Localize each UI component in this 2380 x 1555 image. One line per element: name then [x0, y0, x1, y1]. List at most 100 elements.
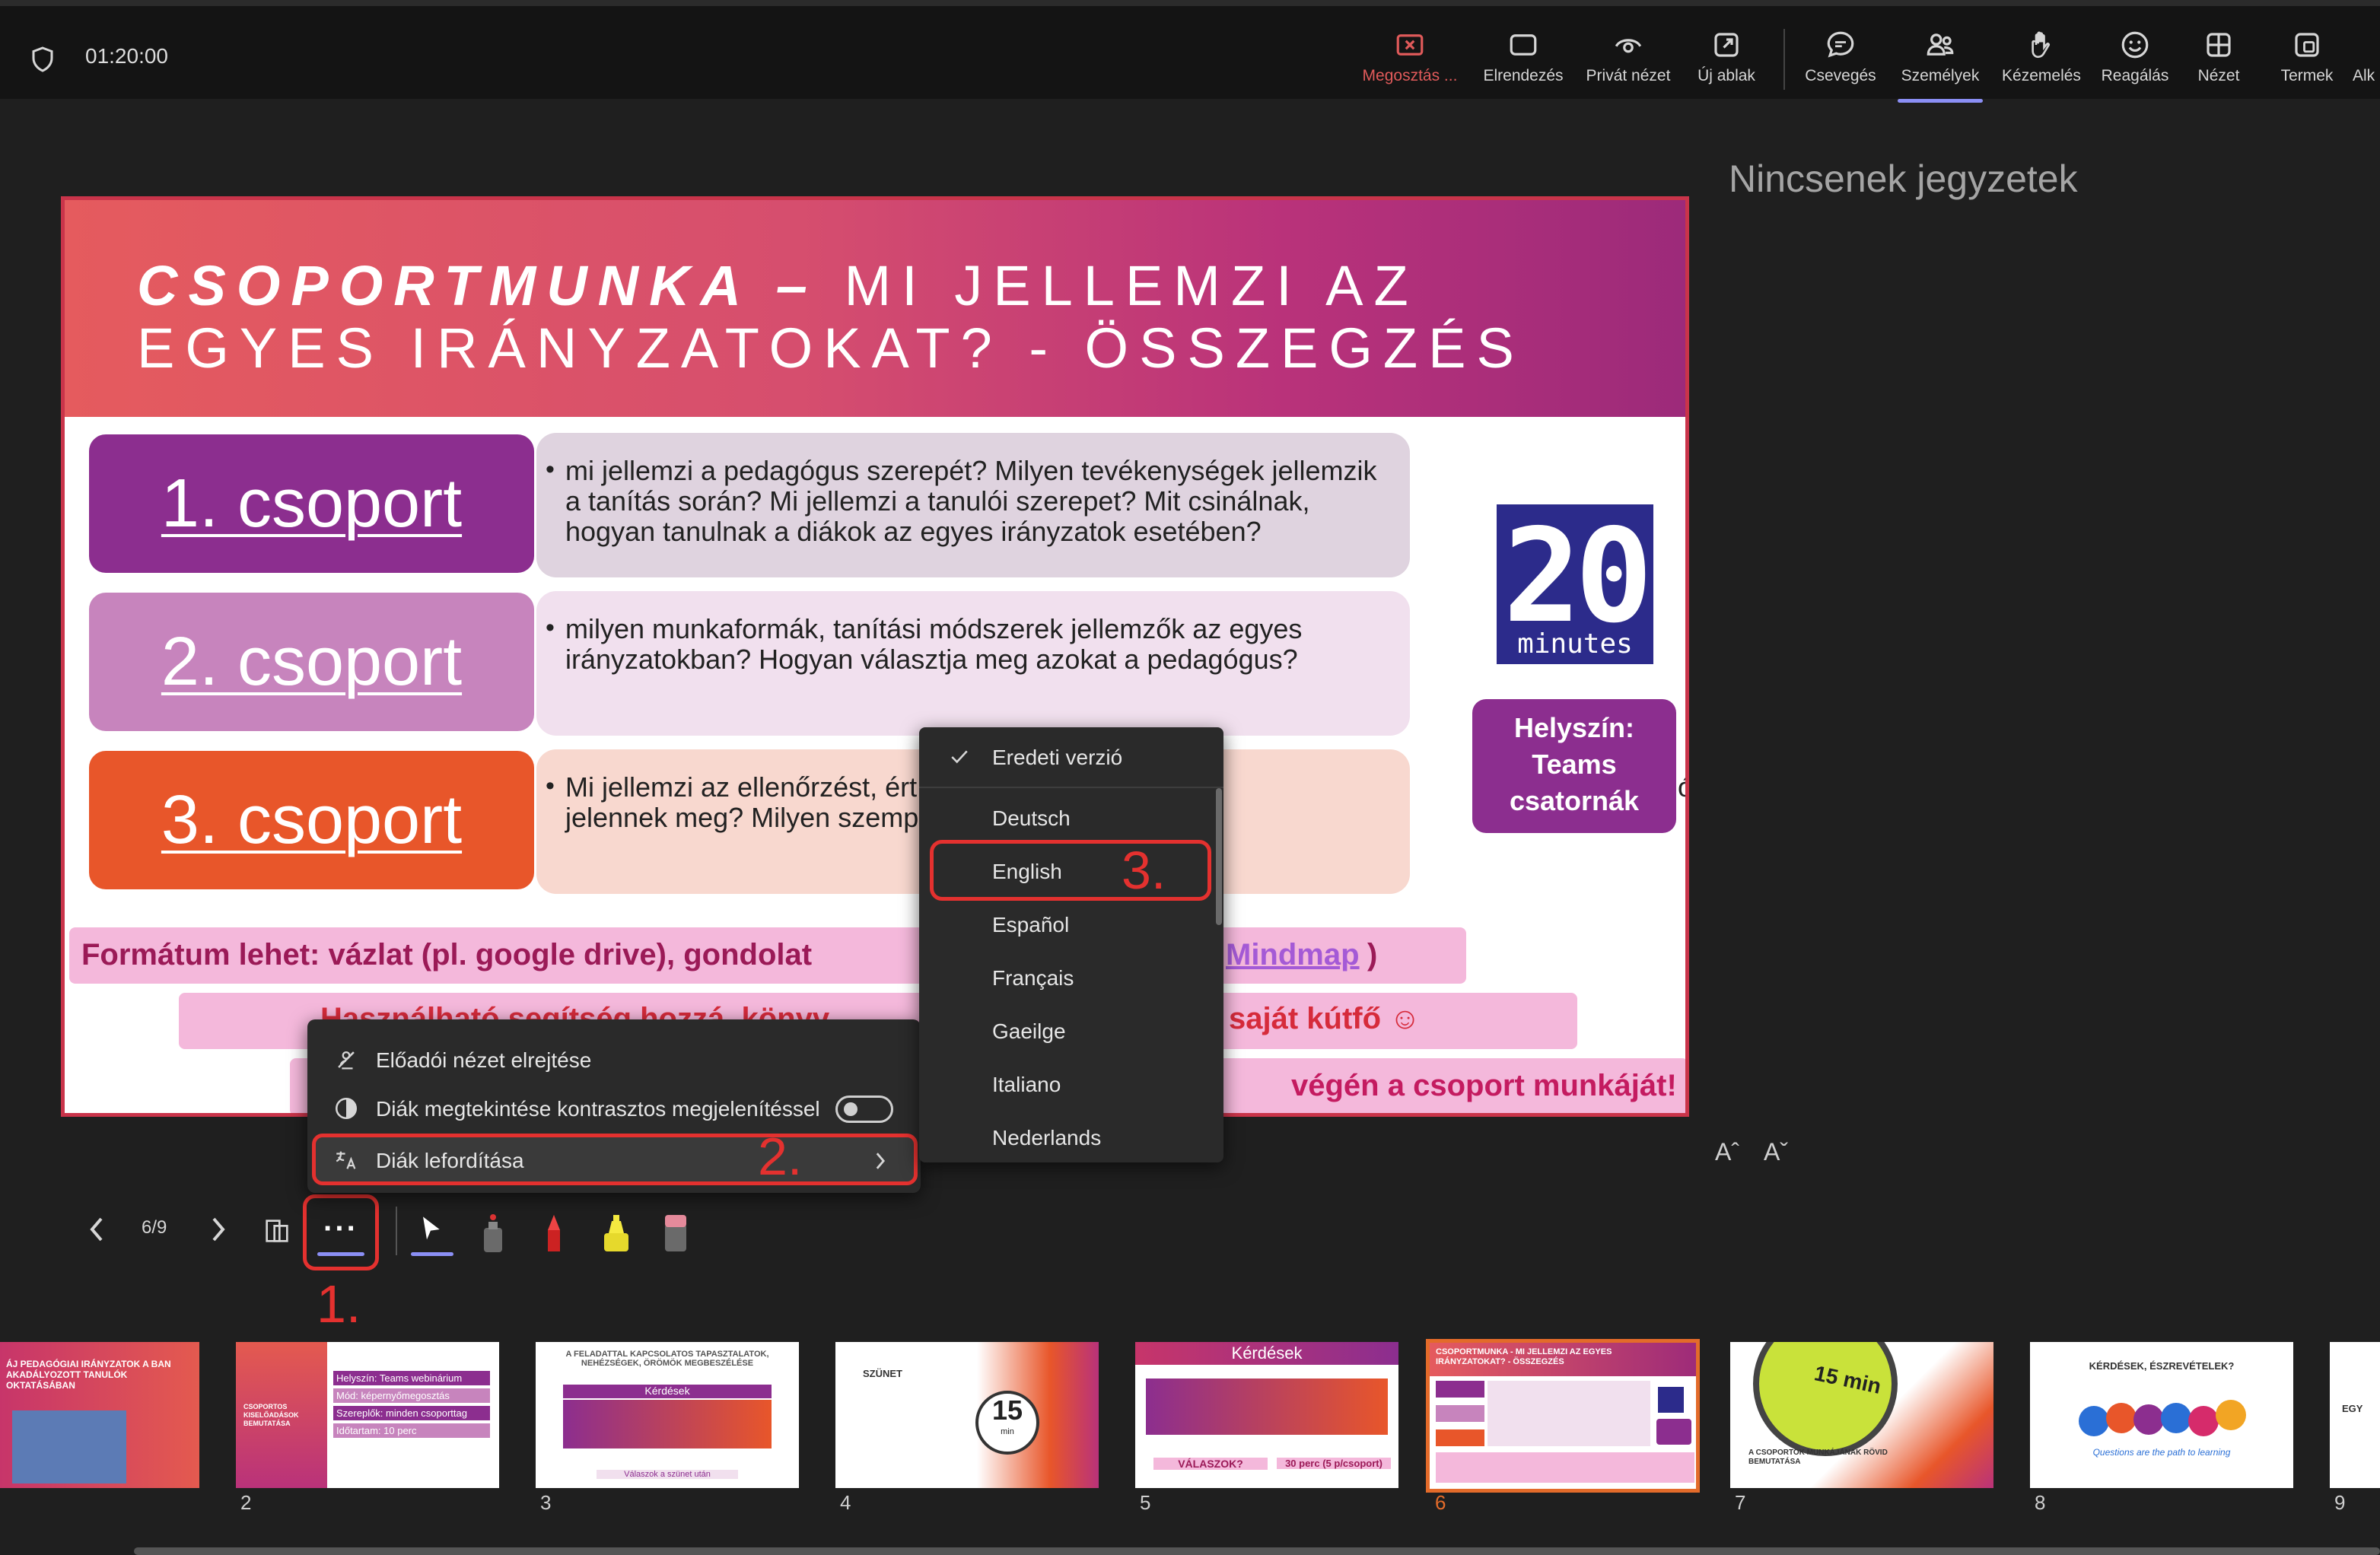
thumbnail-scrollbar[interactable]: [134, 1547, 2380, 1555]
chevron-right-icon: [212, 1217, 225, 1242]
high-contrast-toggle[interactable]: [835, 1095, 893, 1123]
shield-icon: [32, 46, 53, 72]
translate-slides-label: Diák lefordítása: [376, 1149, 524, 1172]
slide-grid-button[interactable]: [262, 1216, 292, 1250]
previous-slide-button[interactable]: [85, 1214, 108, 1252]
high-contrast-item[interactable]: Diák megtekintése kontrasztos megjelenít…: [307, 1083, 921, 1132]
eraser-tool[interactable]: [662, 1211, 689, 1259]
check-icon: [951, 750, 968, 764]
thumb-number-8: 8: [2035, 1491, 2046, 1514]
slide-thumbnail-2[interactable]: CSOPORTOS KISELŐADÁSOK BEMUTATÁSA Helysz…: [236, 1342, 499, 1488]
format-text: Formátum lehet: vázlat (pl. google drive…: [81, 938, 813, 971]
toolbar-divider: [396, 1207, 397, 1255]
highlighter-tool[interactable]: [600, 1211, 633, 1259]
slide-thumbnail-9[interactable]: EGY: [2330, 1342, 2380, 1488]
group-2-label: 2. csoport: [89, 593, 534, 731]
view-button[interactable]: Nézet: [2188, 29, 2249, 97]
private-view-label: Privát nézet: [1586, 67, 1671, 84]
language-original[interactable]: Eredeti verzió: [992, 746, 1122, 770]
thumb-5-right: 30 perc (5 p/csoport): [1277, 1458, 1391, 1469]
language-espanol[interactable]: Español: [992, 913, 1069, 937]
pointer-icon: [423, 1216, 440, 1240]
language-menu-scrollbar[interactable]: [1216, 788, 1222, 925]
slide-title-bold: CSOPORTMUNKA –: [137, 254, 818, 317]
new-window-button[interactable]: Új ablak: [1692, 29, 1761, 97]
slide-thumbnail-strip: ÁJ PEDAGÓGIAI IRÁNYZATOK A BAN AKADÁLYOZ…: [0, 1339, 2380, 1555]
group-3-question-left: Mi jellemzi az ellenőrzést, ért: [565, 771, 918, 803]
hide-presenter-view-label: Előadói nézet elrejtése: [376, 1048, 592, 1072]
language-italiano[interactable]: Italiano: [992, 1073, 1061, 1097]
thumb-number-5: 5: [1140, 1491, 1151, 1514]
apps-button[interactable]: Alk: [2353, 29, 2380, 97]
people-active-indicator: [1898, 99, 1983, 103]
thumb-6-g2: [1436, 1405, 1484, 1422]
language-deutsch[interactable]: Deutsch: [992, 806, 1071, 831]
more-options-button[interactable]: ···: [303, 1194, 379, 1270]
contrast-icon: [335, 1097, 358, 1120]
translate-icon: [336, 1151, 356, 1169]
laser-pointer-icon: [484, 1214, 502, 1252]
slide-title: CSOPORTMUNKA – MI JELLEMZI AZ EGYES IRÁN…: [137, 255, 1525, 380]
stop-share-icon: [1396, 34, 1424, 56]
language-francais[interactable]: Français: [992, 966, 1074, 991]
slide-thumbnail-3[interactable]: A FELADATTAL KAPCSOLATOS TAPASZTALATOK, …: [536, 1342, 799, 1488]
next-slide-button[interactable]: [207, 1214, 230, 1252]
thumb-number-7: 7: [1735, 1491, 1746, 1514]
current-slide: CSOPORTMUNKA – MI JELLEMZI AZ EGYES IRÁN…: [61, 196, 1689, 1117]
people-button[interactable]: Személyek: [1895, 29, 1986, 97]
chat-label: Csevegés: [1805, 67, 1876, 84]
slide-thumbnail-7[interactable]: 15 min A CSOPORTOK MUNKÁJÁNAK RÖVID BEMU…: [1730, 1342, 1993, 1488]
increase-font-button[interactable]: Aˆ: [1715, 1138, 1739, 1166]
slide-thumbnail-1[interactable]: ÁJ PEDAGÓGIAI IRÁNYZATOK A BAN AKADÁLYOZ…: [0, 1342, 199, 1488]
thumb-number-3: 3: [540, 1491, 552, 1514]
help-text-right: saját kútfő ☺: [1229, 1002, 1421, 1035]
private-view-button[interactable]: Privát nézet: [1580, 29, 1677, 97]
thumb-6-location: [1656, 1419, 1691, 1445]
rooms-button[interactable]: Termek: [2270, 29, 2343, 97]
pointer-tool[interactable]: [411, 1214, 453, 1256]
slide-thumbnail-4[interactable]: SZÜNET 15 min: [835, 1342, 1099, 1488]
slide-thumbnail-8[interactable]: KÉRDÉSEK, ÉSZREVÉTELEK? Questions are th…: [2030, 1342, 2293, 1488]
layout-button[interactable]: Elrendezés: [1478, 29, 1569, 97]
thumb-2-lines: Helyszín: Teams webinárium Mód: képernyő…: [333, 1371, 490, 1438]
language-nederlands[interactable]: Nederlands: [992, 1126, 1101, 1150]
react-button[interactable]: Reagálás: [2095, 29, 2175, 97]
stop-sharing-button[interactable]: Megosztás ...: [1356, 29, 1464, 97]
thumb-8-title: KÉRDÉSEK, ÉSZREVÉTELEK?: [2089, 1360, 2235, 1372]
thumb-4-timer: 15 min: [975, 1391, 1039, 1455]
laser-pointer-tool[interactable]: [478, 1213, 508, 1259]
pen-tool[interactable]: [539, 1211, 569, 1259]
decrease-font-button[interactable]: Aˇ: [1764, 1138, 1788, 1166]
thumb-1-photo: [12, 1410, 126, 1483]
raise-hand-button[interactable]: Kézemelés: [1995, 29, 2088, 97]
slide-thumbnail-5[interactable]: Kérdések VÁLASZOK? 30 perc (5 p/csoport): [1135, 1342, 1398, 1488]
thumb-6-questions: [1488, 1381, 1650, 1446]
meeting-top-bar: 01:20:00 Megosztás ... Elrendezés Privát…: [0, 0, 2380, 103]
thumb-5-left: VÁLASZOK?: [1153, 1458, 1268, 1470]
language-menu-divider: [919, 787, 1223, 788]
thumb-6-strips: [1436, 1452, 1694, 1483]
group-3-label: 3. csoport: [89, 751, 534, 889]
new-window-label: Új ablak: [1698, 67, 1755, 84]
chat-button[interactable]: Csevegés: [1800, 29, 1881, 97]
new-window-icon: [1714, 33, 1739, 57]
group-1-label: 1. csoport: [89, 434, 534, 573]
meeting-timer: 01:20:00: [85, 44, 168, 68]
language-english[interactable]: English: [992, 860, 1062, 884]
translate-slides-item[interactable]: Diák lefordítása: [307, 1135, 921, 1184]
language-gaeilge[interactable]: Gaeilge: [992, 1019, 1066, 1044]
thumb-4-unit: min: [1001, 1427, 1014, 1436]
view-label: Nézet: [2197, 67, 2240, 84]
rooms-icon: [2295, 33, 2319, 57]
thumb-3-box: Kérdések: [563, 1385, 772, 1398]
location-box: Helyszín: Teams csatornák: [1472, 699, 1676, 833]
slide-thumbnail-6[interactable]: CSOPORTMUNKA - MI JELLEMZI AZ EGYES IRÁN…: [1426, 1339, 1700, 1493]
mindmap-link[interactable]: Mindmap: [1226, 938, 1360, 972]
hide-presenter-view-icon: [338, 1051, 355, 1070]
thumb-number-4: 4: [840, 1491, 851, 1514]
raise-hand-icon: [2032, 31, 2050, 59]
hide-presenter-view-item[interactable]: Előadói nézet elrejtése: [307, 1035, 921, 1083]
thumb-8-question-marks: [2071, 1395, 2254, 1439]
rooms-label: Termek: [2280, 67, 2334, 84]
thumb-8-subtitle: Questions are the path to learning: [2092, 1447, 2231, 1458]
